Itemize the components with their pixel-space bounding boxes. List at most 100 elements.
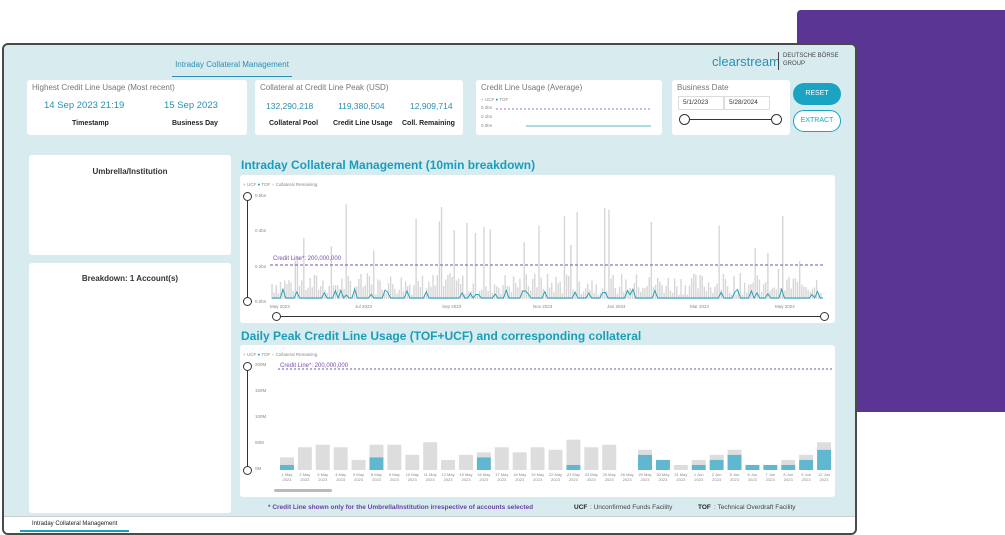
credit-line-note: * Credit Line shown only for the Umbrell… <box>268 504 534 511</box>
daily-remaining-bar <box>369 444 384 458</box>
daily-x-label-year: 2023 <box>515 477 525 482</box>
daily-x-label: 17 May 2023 <box>493 472 511 482</box>
daily-tof-bar <box>781 464 796 470</box>
umbrella-panel: Umbrella/Institution <box>29 155 231 255</box>
start-date-input[interactable]: 5/1/2023 <box>678 96 724 110</box>
daily-x-label: 1 May 2023 <box>278 472 296 482</box>
nav-tab-underline <box>172 76 292 77</box>
kpi-highest-card: Highest Credit Line Usage (Most recent) … <box>27 80 247 135</box>
daily-tof-bar <box>763 464 778 470</box>
daily-x-label-year: 2023 <box>551 477 560 482</box>
daily-x-label: 8 May 2023 <box>368 472 386 482</box>
average-mini-chart <box>496 108 651 127</box>
daily-x-label-year: 2023 <box>783 477 793 482</box>
intraday-legend-tof-dot: ● <box>257 182 261 187</box>
breakdown-panel: Breakdown: 1 Account(s) <box>29 263 231 513</box>
tof-key: TOF <box>698 504 711 511</box>
daily-legend-remaining: Collateral Remaining <box>275 352 318 357</box>
daily-x-label-year: 2023 <box>640 477 650 482</box>
reset-button[interactable]: RESET <box>793 83 841 105</box>
umbrella-title: Umbrella/Institution <box>92 167 168 176</box>
daily-plot <box>278 368 833 470</box>
end-date-input[interactable]: 5/28/2024 <box>724 96 770 110</box>
intraday-h-slider-right-handle[interactable] <box>820 312 829 321</box>
page-tab-intraday[interactable]: Intraday Collateral Management <box>20 518 130 532</box>
daily-remaining-bar <box>638 449 652 455</box>
daily-x-label-year: 2023 <box>479 477 489 482</box>
daily-x-label: 8 Jun 2023 <box>779 472 797 482</box>
kpi-average-card: Credit Line Usage (Average) ● UCF ● TOF … <box>476 80 662 135</box>
daily-remaining-bar <box>405 454 420 470</box>
daily-y-tick-1: 150M <box>255 388 267 393</box>
intraday-v-slider-track[interactable] <box>247 197 248 301</box>
nav-tab-label: Intraday Collateral Management <box>175 60 289 69</box>
intraday-chart-card: ● UCF ● TOF ● Collateral Remaining 0.6bn… <box>240 175 835 323</box>
daily-y-tick-3: 50M <box>255 440 264 445</box>
daily-x-label: 12 May 2023 <box>439 472 457 482</box>
intraday-legend-ucf-dot: ● <box>243 182 246 187</box>
daily-x-label-year: 2023 <box>730 477 739 482</box>
daily-x-label: 6 Jun 2023 <box>743 472 761 482</box>
daily-legend: ● UCF ● TOF ● Collateral Remaining <box>243 352 317 357</box>
daily-x-label-year: 2023 <box>712 477 722 482</box>
daily-remaining-bar <box>476 452 491 458</box>
daily-v-slider-bottom-handle[interactable] <box>243 466 252 475</box>
business-date-card: Business Date 5/1/2023 5/28/2024 <box>672 80 790 135</box>
daily-x-label-year: 2023 <box>568 477 578 482</box>
intraday-y-tick-3: 0.0bn <box>255 299 267 304</box>
daily-remaining-bar <box>333 447 348 470</box>
daily-x-label: 11 May 2023 <box>421 472 439 482</box>
daily-x-label: 5 May 2023 <box>350 472 368 482</box>
daily-tof-bar <box>476 457 491 470</box>
daily-v-slider-track[interactable] <box>247 367 248 470</box>
daily-x-label: 23 May 2023 <box>564 472 582 482</box>
daily-tof-bar <box>745 464 760 470</box>
daily-legend-rem-dot: ● <box>271 352 275 357</box>
daily-remaining-bar <box>602 444 617 470</box>
intraday-x-ticks: May 2023 Jul 2023 Sep 2023 Nov 2023 Jan … <box>270 304 825 312</box>
intraday-h-slider-left-handle[interactable] <box>272 312 281 321</box>
daily-remaining-bar <box>817 442 832 450</box>
daily-x-label-year: 2023 <box>318 477 328 482</box>
daily-x-label: 15 May 2023 <box>457 472 475 482</box>
intraday-credit-line-label: Credit Line*: 200,000,000 <box>273 256 342 262</box>
daily-scrollbar[interactable] <box>274 489 332 492</box>
brand-divider <box>778 52 779 70</box>
daily-x-label: 1 Jun 2023 <box>690 472 708 482</box>
intraday-x-tick-3: Nov 2023 <box>533 304 553 309</box>
daily-x-label-year: 2023 <box>443 477 453 482</box>
intraday-x-tick-0: May 2023 <box>270 304 290 309</box>
daily-x-label: 25 May 2023 <box>600 472 618 482</box>
kpi-collateral-title: Collateral at Credit Line Peak (USD) <box>260 83 389 92</box>
timestamp-label: Timestamp <box>72 120 109 127</box>
daily-v-slider-top-handle[interactable] <box>243 362 252 371</box>
daily-x-label: 31 May 2023 <box>672 472 690 482</box>
intraday-legend-remaining: Collateral Remaining <box>275 182 318 187</box>
date-slider-end-handle[interactable] <box>771 114 782 125</box>
intraday-y-tick-2: 0.2bn <box>255 264 267 269</box>
daily-x-label: 22 May 2023 <box>547 472 565 482</box>
intraday-h-slider-track[interactable] <box>276 316 824 317</box>
daily-remaining-bar <box>548 449 563 470</box>
daily-remaining-bar <box>727 449 742 455</box>
intraday-legend-ucf: UCF <box>246 182 257 187</box>
daily-x-label: 18 May 2023 <box>511 472 529 482</box>
daily-chart-card: ● UCF ● TOF ● Collateral Remaining 200M … <box>240 345 835 497</box>
intraday-v-slider-top-handle[interactable] <box>243 192 252 201</box>
date-slider-track[interactable] <box>684 119 776 120</box>
daily-x-label-year: 2023 <box>354 477 363 482</box>
intraday-v-slider-bottom-handle[interactable] <box>243 297 252 306</box>
daily-tof-bar <box>369 457 384 470</box>
intraday-x-tick-1: Jul 2023 <box>355 304 373 309</box>
tof-desc: : Technical Overdraft Facility <box>714 504 796 511</box>
extract-button[interactable]: EXTRACT <box>793 110 841 132</box>
credit-line-usage-value: 119,380,504 <box>338 101 385 111</box>
daily-remaining-bar <box>799 454 814 460</box>
average-y-tick-2: 0.0bn <box>481 123 493 128</box>
daily-x-label: 10 May 2023 <box>403 472 421 482</box>
daily-x-label: 30 May 2023 <box>654 472 672 482</box>
daily-x-label: 9 May 2023 <box>385 472 403 482</box>
date-slider-start-handle[interactable] <box>679 114 690 125</box>
daily-remaining-bar <box>279 457 294 465</box>
nav-tab[interactable]: Intraday Collateral Management <box>172 54 292 77</box>
